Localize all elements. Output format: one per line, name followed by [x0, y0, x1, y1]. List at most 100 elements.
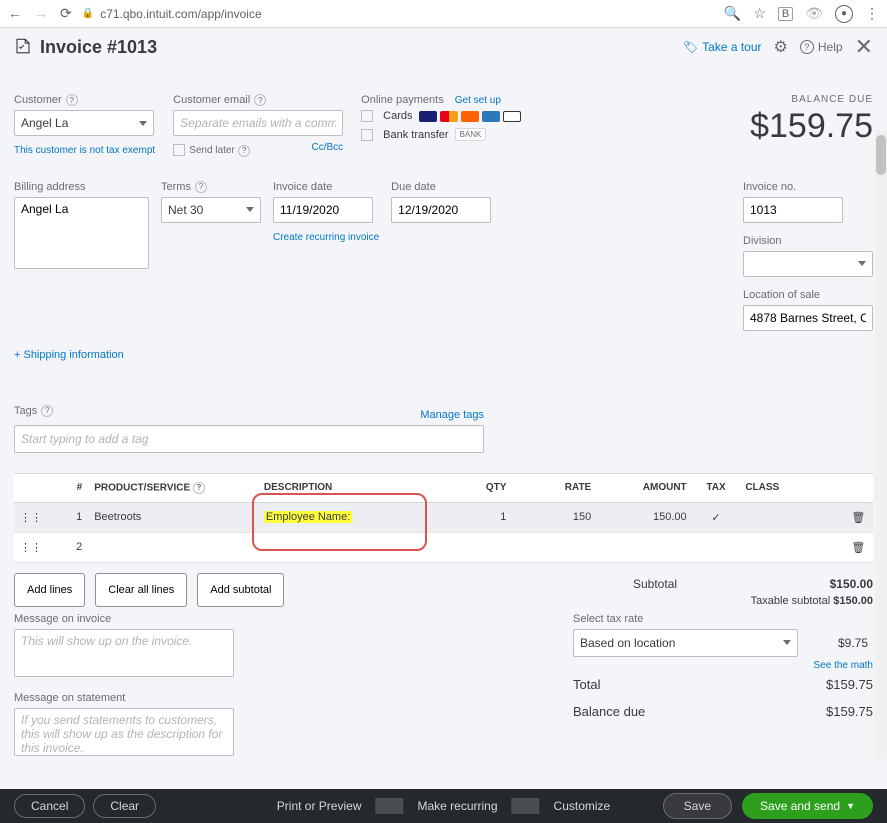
help-icon[interactable]: ? [195, 181, 207, 193]
url-text: c71.qbo.intuit.com/app/invoice [100, 7, 261, 21]
line-row[interactable]: ⋮⋮ 2 🗑 [14, 532, 873, 562]
cell-qty[interactable] [438, 532, 512, 562]
col-tax: TAX [693, 473, 740, 502]
clear-lines-button[interactable]: Clear all lines [95, 573, 187, 607]
get-setup-link[interactable]: Get set up [455, 95, 501, 106]
help-icon[interactable]: ? [66, 94, 78, 106]
save-button[interactable]: Save [663, 793, 732, 819]
cancel-button[interactable]: Cancel [14, 794, 85, 818]
back-icon[interactable]: ← [8, 5, 22, 22]
customer-field: Customer? Angel La This customer is not … [14, 94, 155, 157]
make-recurring-button[interactable]: Make recurring [403, 799, 511, 813]
zoom-icon[interactable]: 🔍 [724, 5, 741, 22]
drag-handle-icon[interactable]: ⋮⋮ [14, 502, 50, 532]
mastercard-icon [440, 111, 458, 122]
message-statement-input[interactable] [14, 708, 234, 756]
card-icons [419, 111, 521, 122]
cell-qty[interactable]: 1 [438, 502, 512, 532]
ext-icon[interactable]: B [778, 7, 793, 21]
cell-class[interactable] [739, 532, 845, 562]
tags-input[interactable] [14, 425, 484, 453]
cell-tax[interactable] [693, 532, 740, 562]
col-class: CLASS [739, 473, 845, 502]
browser-toolbar: ← → ⟳ 🔒 c71.qbo.intuit.com/app/invoice 🔍… [0, 0, 887, 28]
cell-amount[interactable]: 150.00 [597, 502, 692, 532]
manage-tags-link[interactable]: Manage tags [420, 409, 484, 421]
gear-icon[interactable]: ⚙ [774, 37, 788, 57]
customize-button[interactable]: Customize [540, 799, 625, 813]
billing-address-input[interactable]: Angel La [14, 197, 149, 269]
help-icon: ? [800, 40, 814, 54]
visa-icon [419, 111, 437, 122]
close-icon[interactable]: ✕ [855, 34, 873, 60]
address-bar[interactable]: 🔒 c71.qbo.intuit.com/app/invoice [82, 7, 714, 21]
help-icon[interactable]: ? [254, 94, 266, 106]
col-description: DESCRIPTION [258, 473, 438, 502]
divider [375, 798, 403, 814]
invoice-no-field: Invoice no. [743, 181, 873, 223]
eye-icon[interactable]: 👁 [805, 5, 823, 22]
cell-description[interactable] [258, 532, 438, 562]
cell-rate[interactable]: 150 [512, 502, 597, 532]
chevron-down-icon [139, 121, 147, 126]
customer-select[interactable]: Angel La [14, 110, 154, 136]
cell-amount[interactable] [597, 532, 692, 562]
scrollbar[interactable] [875, 130, 887, 759]
cell-product[interactable] [88, 532, 258, 562]
kebab-icon[interactable]: ⋮ [865, 5, 879, 22]
add-subtotal-button[interactable]: Add subtotal [197, 573, 284, 607]
applepay-icon [503, 111, 521, 122]
help-link[interactable]: ? Help [800, 40, 843, 54]
star-icon[interactable]: ☆ [753, 5, 766, 22]
discover-icon [461, 111, 479, 122]
customer-email-field: Customer email? Send later ? Cc/Bcc [173, 94, 343, 157]
chevron-down-icon [858, 261, 866, 266]
clear-button[interactable]: Clear [93, 794, 156, 818]
take-tour-link[interactable]: 🏷 Take a tour [683, 40, 762, 54]
save-and-send-button[interactable]: Save and send▼ [742, 793, 873, 819]
balance-due-display: BALANCE DUE $159.75 [750, 94, 873, 157]
tax-rate-select[interactable]: Based on location [573, 629, 798, 657]
trash-icon[interactable]: 🗑 [845, 502, 873, 532]
chevron-down-icon [246, 207, 254, 212]
cards-checkbox[interactable] [361, 110, 373, 122]
scroll-thumb[interactable] [876, 135, 886, 175]
drag-handle-icon[interactable]: ⋮⋮ [14, 532, 50, 562]
add-lines-button[interactable]: Add lines [14, 573, 85, 607]
division-field: Division [743, 235, 873, 277]
due-date-input[interactable] [391, 197, 491, 223]
invoice-date-field: Invoice date Create recurring invoice [273, 181, 379, 331]
line-row[interactable]: ⋮⋮ 1 Beetroots Employee Name: 1 150 150.… [14, 502, 873, 532]
location-input[interactable] [743, 305, 873, 331]
help-icon[interactable]: ? [193, 482, 205, 494]
recurring-link[interactable]: Create recurring invoice [273, 232, 379, 243]
see-math-link[interactable]: See the math [814, 660, 873, 671]
col-num: # [50, 473, 88, 502]
invoice-no-input[interactable] [743, 197, 843, 223]
trash-icon[interactable]: 🗑 [845, 532, 873, 562]
col-amount: AMOUNT [597, 473, 692, 502]
help-icon[interactable]: ? [238, 145, 250, 157]
chevron-down-icon [783, 640, 791, 645]
reload-icon[interactable]: ⟳ [60, 5, 72, 22]
cell-product[interactable]: Beetroots [88, 502, 258, 532]
terms-select[interactable]: Net 30 [161, 197, 261, 223]
print-preview-button[interactable]: Print or Preview [263, 799, 376, 813]
send-later-check[interactable]: Send later ? [173, 142, 250, 157]
email-input[interactable] [173, 110, 343, 136]
invoice-date-input[interactable] [273, 197, 373, 223]
tax-exempt-link[interactable]: This customer is not tax exempt [14, 145, 155, 156]
cell-rate[interactable] [512, 532, 597, 562]
help-icon[interactable]: ? [41, 405, 53, 417]
billing-address-field: Billing address Angel La [14, 181, 149, 331]
cell-tax[interactable]: ✓ [693, 502, 740, 532]
shipping-info-link[interactable]: + Shipping information [14, 349, 873, 361]
ccbcc-link[interactable]: Cc/Bcc [312, 142, 344, 157]
bank-transfer-checkbox[interactable] [361, 129, 373, 141]
forward-icon[interactable]: → [34, 5, 48, 22]
account-icon[interactable]: ● [835, 5, 853, 23]
cell-class[interactable] [739, 502, 845, 532]
message-invoice-input[interactable] [14, 629, 234, 677]
division-select[interactable] [743, 251, 873, 277]
cell-description[interactable]: Employee Name: [258, 502, 438, 532]
